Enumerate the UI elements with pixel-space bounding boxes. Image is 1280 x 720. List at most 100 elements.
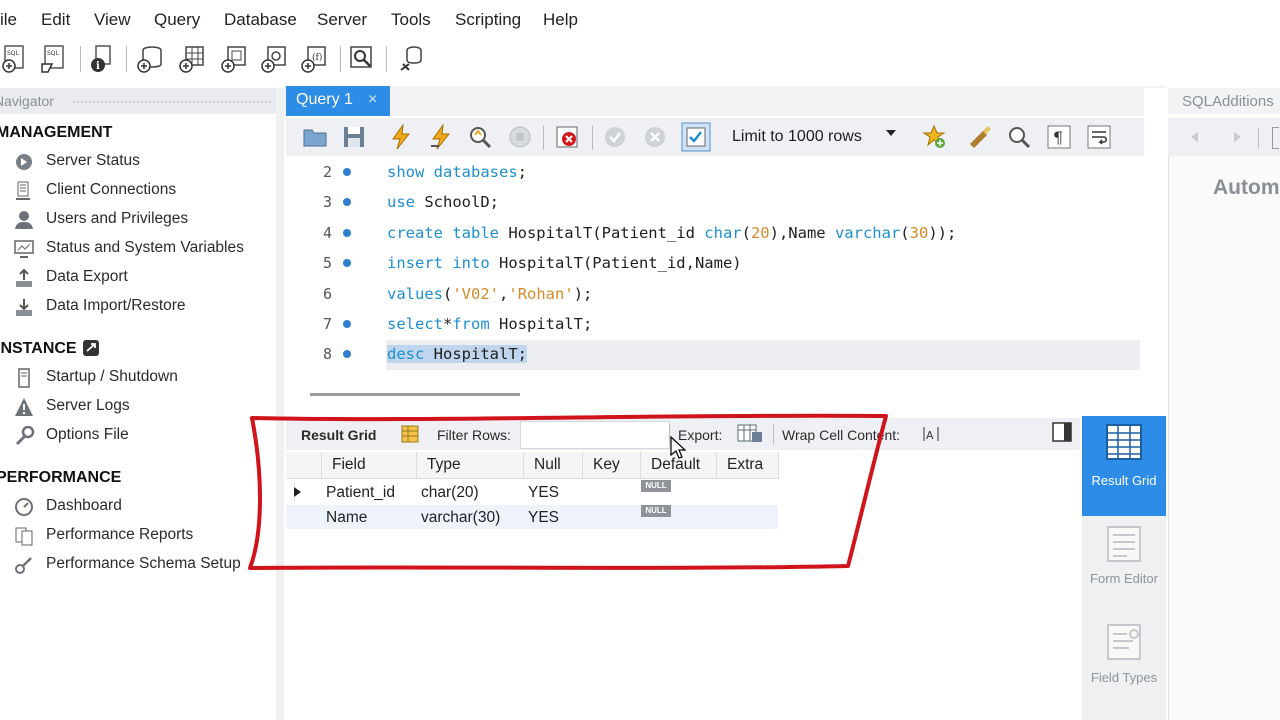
stop-icon[interactable] — [507, 124, 533, 150]
menu-query[interactable]: Query — [154, 10, 200, 30]
create-procedure-icon[interactable] — [260, 44, 288, 74]
client-connections-icon — [16, 181, 30, 200]
code-text: create table HospitalT(Patient_id char(2… — [387, 224, 957, 242]
explain-icon[interactable] — [467, 124, 493, 150]
wrench-icon — [15, 426, 35, 446]
statement-marker-icon — [343, 350, 351, 358]
autocommit-toggle-icon[interactable] — [681, 122, 711, 152]
toolbar-separator — [543, 126, 544, 150]
snippet-icon[interactable] — [1272, 127, 1279, 149]
close-icon[interactable]: × — [368, 91, 377, 109]
line-number: 3 — [322, 193, 332, 211]
toolbar-separator — [340, 46, 341, 72]
new-sql-tab-icon[interactable]: SQL — [2, 44, 30, 74]
menu-edit[interactable]: Edit — [41, 10, 70, 30]
editor-tab-bar — [284, 86, 1166, 116]
line-number: 6 — [322, 285, 332, 303]
code-line: 2 show databases; — [286, 157, 1144, 187]
code-line: 7 select*from HospitalT; — [286, 309, 1144, 339]
nav-item-label: Users and Privileges — [46, 210, 189, 227]
menu-bar: ile Edit View Query Database Server Tool… — [0, 0, 1280, 40]
menu-database[interactable]: Database — [224, 10, 297, 30]
svg-text:A: A — [926, 429, 934, 442]
form-editor-icon — [1107, 526, 1141, 562]
menu-tools[interactable]: Tools — [391, 10, 431, 30]
toolbar-separator — [126, 46, 127, 72]
tab-label: Query 1 — [296, 91, 353, 108]
toolbar-separator — [80, 46, 81, 72]
export-icon — [16, 268, 32, 287]
svg-text:SQL: SQL — [47, 50, 60, 57]
nav-section-performance: PERFORMANCE — [0, 469, 122, 486]
nav-item-label: Server Status — [46, 152, 140, 169]
toggle-sidebar-icon[interactable] — [1052, 422, 1072, 442]
reconnect-icon[interactable] — [398, 44, 426, 74]
chevron-down-icon — [886, 130, 896, 136]
menu-help[interactable]: Help — [543, 10, 578, 30]
invisible-chars-icon[interactable]: ¶ — [1046, 124, 1072, 150]
sql-additions-title: SQLAdditions — [1182, 93, 1274, 110]
beautify-icon[interactable] — [967, 124, 993, 150]
toolbar-separator — [1258, 128, 1259, 148]
sql-additions-body: Autom — [1168, 156, 1280, 720]
tab-query-1[interactable]: Query 1 × — [286, 86, 390, 116]
sidebar-result-grid-button[interactable]: Result Grid — [1082, 416, 1166, 516]
info-icon[interactable]: i — [88, 44, 116, 74]
code-text: select*from HospitalT; — [387, 315, 593, 333]
navigator-panel — [0, 114, 276, 720]
search-table-data-icon[interactable] — [348, 44, 376, 74]
sql-additions-text: Autom — [1213, 176, 1280, 199]
user-icon — [15, 211, 33, 229]
warning-icon — [15, 398, 33, 416]
schema-setup-icon — [15, 557, 32, 574]
rollback-icon[interactable] — [642, 124, 668, 150]
toggle-error-stop-icon[interactable] — [554, 124, 580, 150]
statement-marker-icon — [343, 198, 351, 206]
nav-item-label: Dashboard — [46, 497, 122, 514]
code-text: show databases; — [387, 163, 527, 181]
menu-view[interactable]: View — [94, 10, 131, 30]
wrap-cell-icon[interactable]: A — [922, 425, 940, 443]
sidebar-form-editor-button[interactable]: Form Editor — [1082, 518, 1166, 614]
wrap-lines-icon[interactable] — [1086, 124, 1112, 150]
line-number: 7 — [322, 315, 332, 333]
open-sql-script-icon[interactable]: SQL — [40, 44, 68, 74]
sidebar-field-types-button[interactable]: Field Types — [1082, 618, 1166, 714]
open-folder-icon[interactable] — [302, 124, 328, 150]
nav-item-label: Startup / Shutdown — [46, 368, 178, 385]
menu-file[interactable]: ile — [0, 10, 17, 30]
sidebar-button-label: Result Grid — [1091, 473, 1157, 488]
save-icon[interactable] — [341, 124, 367, 150]
add-snippet-icon[interactable] — [921, 124, 947, 150]
execute-current-icon[interactable] — [428, 124, 454, 150]
reports-icon — [15, 527, 33, 546]
navigator-splitter[interactable] — [276, 88, 284, 720]
instance-status-icon — [83, 340, 99, 356]
navigator-title: Navigator — [0, 93, 54, 109]
red-annotation-outline — [248, 413, 888, 570]
editor-horizontal-scrollbar[interactable] — [310, 393, 520, 396]
find-icon[interactable] — [1006, 124, 1032, 150]
svg-text:(f): (f) — [312, 52, 322, 63]
create-schema-icon[interactable] — [136, 44, 164, 74]
line-number: 2 — [322, 163, 332, 181]
line-number: 5 — [322, 254, 332, 272]
next-icon[interactable] — [1230, 130, 1244, 144]
create-function-icon[interactable]: (f) — [300, 44, 328, 74]
create-table-icon[interactable] — [178, 44, 206, 74]
previous-icon[interactable] — [1188, 130, 1202, 144]
commit-icon[interactable] — [602, 124, 628, 150]
code-line: 3 use SchoolD; — [286, 187, 1144, 217]
sql-additions-header: SQLAdditions — [1168, 88, 1280, 114]
menu-server[interactable]: Server — [317, 10, 367, 30]
statement-marker-icon — [343, 320, 351, 328]
menu-scripting[interactable]: Scripting — [455, 10, 521, 30]
create-view-icon[interactable] — [220, 44, 248, 74]
nav-section-management: MANAGEMENT — [0, 124, 113, 141]
sidebar-button-label: Field Types — [1090, 670, 1158, 685]
field-types-icon — [1107, 624, 1141, 660]
limit-rows-select[interactable]: Limit to 1000 rows — [724, 123, 904, 151]
execute-icon[interactable] — [388, 124, 414, 150]
svg-text:SQL: SQL — [7, 50, 20, 57]
code-line: 4 create table HospitalT(Patient_id char… — [286, 218, 1144, 248]
